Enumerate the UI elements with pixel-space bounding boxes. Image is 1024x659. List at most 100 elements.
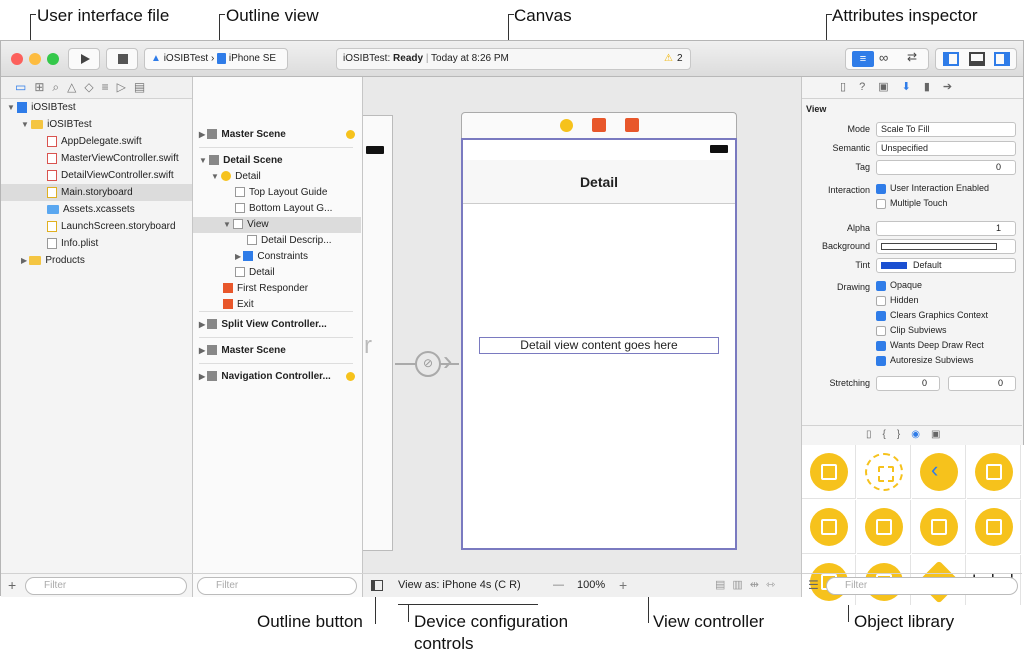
disclosure-expanded-icon[interactable]: ▼ xyxy=(21,120,31,129)
file-tree-item[interactable]: ▼ iOSIBTest xyxy=(1,99,192,116)
file-tree-item[interactable]: DetailViewController.swift xyxy=(1,167,192,184)
file-tree-item[interactable]: Assets.xcassets xyxy=(1,201,192,218)
outline-item[interactable]: Detail xyxy=(193,265,361,281)
file-template-icon[interactable]: ▯ xyxy=(866,429,883,440)
identity-inspector-icon[interactable]: ▣ xyxy=(878,81,901,93)
add-icon[interactable]: + xyxy=(8,577,16,593)
code-snippet-icon[interactable]: {} xyxy=(883,429,912,440)
disclosure-expanded-icon[interactable]: ▼ xyxy=(7,103,17,112)
stretch-y-field[interactable]: 0 xyxy=(948,376,1016,391)
scheme-selector[interactable]: ▲ iOSIBTest › iPhone SE xyxy=(144,48,288,70)
test-icon[interactable]: ◇ xyxy=(84,80,101,94)
library-filter-input[interactable]: Filter xyxy=(826,577,1018,595)
hidden-checkbox[interactable]: Hidden xyxy=(876,295,919,306)
connections-inspector-icon[interactable]: ➔ xyxy=(943,81,965,93)
view-controller-icon[interactable] xyxy=(560,119,573,132)
file-tree-item[interactable]: Info.plist xyxy=(1,235,192,252)
disclosure-collapsed-icon[interactable]: ▶ xyxy=(199,130,207,139)
deep-draw-checkbox[interactable]: Wants Deep Draw Rect xyxy=(876,340,984,351)
detail-label[interactable]: Detail view content goes here xyxy=(479,337,719,354)
disclosure-collapsed-icon[interactable]: ▶ xyxy=(235,252,243,261)
list-view-icon[interactable]: ☰ xyxy=(808,578,819,592)
disclosure-collapsed-icon[interactable]: ▶ xyxy=(199,346,207,355)
utilities-panel-icon[interactable] xyxy=(994,52,1010,66)
file-tree-item[interactable]: ▶ Products xyxy=(1,252,192,269)
disclosure-expanded-icon[interactable]: ▼ xyxy=(211,172,221,181)
library-view-controller-icon[interactable] xyxy=(802,445,856,499)
outline-item[interactable]: Bottom Layout G... xyxy=(193,201,361,217)
stop-button[interactable] xyxy=(106,48,138,70)
outline-item[interactable]: ▼ View xyxy=(193,217,361,233)
detail-scene-dock[interactable] xyxy=(461,112,737,138)
semantic-select[interactable]: Unspecified xyxy=(876,141,1016,156)
debug-icon[interactable]: ≡ xyxy=(102,80,117,94)
media-library-icon[interactable]: ▣ xyxy=(931,429,951,440)
autoresize-checkbox[interactable]: Autoresize Subviews xyxy=(876,355,974,366)
outline-toggle-button[interactable] xyxy=(371,580,383,591)
zoom-in-icon[interactable]: + xyxy=(619,574,627,596)
library-page-view-controller-icon[interactable] xyxy=(967,500,1021,554)
outline-item[interactable]: ▼ Detail Scene xyxy=(193,147,361,169)
size-inspector-icon[interactable]: ▮ xyxy=(924,81,943,93)
disclosure-expanded-icon[interactable]: ▼ xyxy=(223,220,233,229)
zoom-window-button[interactable] xyxy=(47,53,59,65)
segue-icon[interactable]: ⊘ xyxy=(415,351,441,377)
file-tree-item[interactable]: MasterViewController.swift xyxy=(1,150,192,167)
library-navigation-controller-icon[interactable]: ‹ xyxy=(912,445,966,499)
outline-item[interactable]: ▼ Detail xyxy=(193,169,361,185)
disclosure-collapsed-icon[interactable]: ▶ xyxy=(199,320,207,329)
file-tree-item[interactable]: Main.storyboard xyxy=(1,184,192,201)
outline-item[interactable]: ▶ Constraints xyxy=(193,249,361,265)
outline-filter-input[interactable]: Filter xyxy=(197,577,357,595)
warning-icon[interactable]: ⚠ xyxy=(664,49,673,69)
detail-view-controller[interactable]: Detail Detail view content goes here xyxy=(461,138,737,550)
background-color-well[interactable] xyxy=(876,239,1016,254)
library-table-view-controller-icon[interactable] xyxy=(967,445,1021,499)
clears-context-checkbox[interactable]: Clears Graphics Context xyxy=(876,310,988,321)
tag-field[interactable]: 0 xyxy=(876,160,1016,175)
navigation-bar[interactable]: Detail xyxy=(463,160,735,204)
assistant-editor-icon[interactable]: ∞ xyxy=(879,50,888,65)
navigator-filter-input[interactable]: Filter xyxy=(25,577,187,595)
nav-title[interactable]: Detail xyxy=(463,160,735,204)
file-tree-item[interactable]: LaunchScreen.storyboard xyxy=(1,218,192,235)
library-storyboard-reference-icon[interactable] xyxy=(857,445,911,499)
version-editor-icon[interactable]: ⇄ xyxy=(907,50,917,64)
search-icon[interactable]: ⌕ xyxy=(52,80,67,94)
outline-item[interactable]: ▶ Split View Controller... xyxy=(193,311,361,333)
file-tree-item[interactable]: ▼ iOSIBTest xyxy=(1,116,192,133)
library-tab-bar-controller-icon[interactable] xyxy=(857,500,911,554)
navigator-panel-icon[interactable] xyxy=(943,52,959,66)
report-icon[interactable]: ▤ xyxy=(134,80,153,94)
outline-item[interactable]: Top Layout Guide xyxy=(193,185,361,201)
disclosure-collapsed-icon[interactable]: ▶ xyxy=(199,372,207,381)
clip-subviews-checkbox[interactable]: Clip Subviews xyxy=(876,325,947,336)
folder-icon[interactable]: ▭ xyxy=(15,80,34,94)
view-as-button[interactable]: View as: iPhone 4s (C R) xyxy=(398,574,521,596)
object-library-icon[interactable]: ◉ xyxy=(911,429,931,440)
user-interaction-checkbox[interactable]: User Interaction Enabled xyxy=(876,183,989,194)
debug-panel-icon[interactable] xyxy=(969,52,985,66)
outline-item[interactable]: First Responder xyxy=(193,281,361,297)
help-inspector-icon[interactable]: ? xyxy=(859,81,878,93)
alpha-field[interactable]: 1 xyxy=(876,221,1016,236)
layout-tools-icons[interactable]: ▤▥⇹⇿ xyxy=(715,574,782,596)
run-button[interactable] xyxy=(68,48,100,70)
outline-item[interactable]: ▶ Master Scene xyxy=(193,127,361,143)
file-tree-item[interactable]: AppDelegate.swift xyxy=(1,133,192,150)
breakpoint-icon[interactable]: ▷ xyxy=(117,80,134,94)
standard-editor-icon[interactable]: ≡ xyxy=(852,51,874,67)
library-collection-view-controller-icon[interactable] xyxy=(802,500,856,554)
tint-select[interactable]: Default xyxy=(876,258,1016,273)
issue-icon[interactable]: △ xyxy=(67,80,84,94)
exit-icon[interactable] xyxy=(625,118,639,132)
outline-item[interactable]: ▶ Master Scene xyxy=(193,337,361,359)
hierarchy-icon[interactable]: ⊞ xyxy=(34,80,52,94)
attributes-inspector-icon[interactable]: ⬇ xyxy=(902,81,924,93)
multiple-touch-checkbox[interactable]: Multiple Touch xyxy=(876,198,947,209)
library-split-view-controller-icon[interactable] xyxy=(912,500,966,554)
file-inspector-icon[interactable]: ▯ xyxy=(840,81,859,93)
zoom-out-icon[interactable]: — xyxy=(553,574,564,596)
minimize-window-button[interactable] xyxy=(29,53,41,65)
mode-select[interactable]: Scale To Fill xyxy=(876,122,1016,137)
